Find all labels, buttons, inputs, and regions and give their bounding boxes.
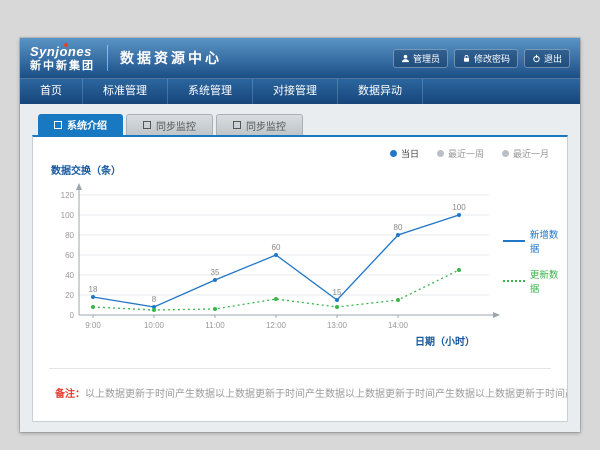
tab-document-icon [233, 121, 241, 129]
app-window: Synjones 新中新集团 数据资源中心 管理员 修改密码 [20, 38, 580, 432]
svg-text:9:00: 9:00 [85, 321, 101, 330]
x-axis-title: 日期（小时） [33, 333, 567, 348]
time-range-legend: 当日 最近一周 最近一月 [33, 137, 567, 160]
logout-button[interactable]: 退出 [524, 49, 570, 68]
brand-logo: Synjones 新中新集团 [30, 45, 95, 72]
series-legend-new-data[interactable]: 新增数据 [503, 227, 567, 255]
svg-text:15: 15 [333, 288, 342, 297]
legend-item-today[interactable]: 当日 [390, 147, 419, 160]
admin-user-button[interactable]: 管理员 [393, 49, 448, 68]
nav-bar: 首页 标准管理 系统管理 对接管理 数据异动 [20, 78, 580, 104]
user-icon [401, 54, 410, 63]
legend-label: 最近一月 [513, 147, 549, 160]
tab-document-icon [143, 121, 151, 129]
svg-text:14:00: 14:00 [388, 321, 409, 330]
nav-item-data-change[interactable]: 数据异动 [338, 79, 423, 104]
svg-text:40: 40 [65, 271, 74, 280]
svg-text:80: 80 [394, 223, 403, 232]
tab-sync-monitor-1[interactable]: 同步监控 [126, 114, 213, 135]
svg-text:20: 20 [65, 291, 74, 300]
svg-text:18: 18 [89, 285, 98, 294]
note-label: 备注： [55, 389, 85, 400]
svg-text:13:00: 13:00 [327, 321, 348, 330]
legend-dot-icon [390, 150, 397, 157]
nav-item-standard-mgmt[interactable]: 标准管理 [83, 79, 168, 104]
solid-line-icon [503, 240, 525, 242]
svg-text:35: 35 [211, 268, 220, 277]
note-text: 以上数据更新于时间产生数据以上数据更新于时间产生数据以上数据更新于时间产生数据以… [85, 389, 567, 400]
svg-text:80: 80 [65, 231, 74, 240]
brand-dot-icon [64, 43, 68, 47]
series-label: 新增数据 [530, 227, 567, 255]
brand-name: Synjones [30, 45, 95, 58]
svg-text:60: 60 [65, 251, 74, 260]
header-divider [107, 45, 108, 71]
series-label: 更新数据 [530, 267, 567, 295]
svg-text:12:00: 12:00 [266, 321, 287, 330]
app-header: Synjones 新中新集团 数据资源中心 管理员 修改密码 [20, 38, 580, 78]
legend-dot-icon [437, 150, 444, 157]
y-axis-title: 数据交换（条） [51, 162, 567, 177]
tab-label: 同步监控 [246, 118, 286, 133]
svg-text:60: 60 [272, 243, 281, 252]
power-icon [532, 54, 541, 63]
tab-sync-monitor-2[interactable]: 同步监控 [216, 114, 303, 135]
svg-text:100: 100 [61, 211, 75, 220]
chart-row: 0 20 40 60 80 100 120 9:00 10:00 11:00 12:00 13:00 1… [33, 179, 567, 337]
admin-user-label: 管理员 [413, 52, 440, 65]
logout-label: 退出 [544, 52, 562, 65]
tab-label: 系统介绍 [67, 117, 107, 132]
note-row: 备注：以上数据更新于时间产生数据以上数据更新于时间产生数据以上数据更新于时间产生… [33, 369, 567, 400]
page-title: 数据资源中心 [120, 48, 222, 68]
tab-system-intro[interactable]: 系统介绍 [38, 114, 123, 135]
nav-item-home[interactable]: 首页 [20, 79, 83, 104]
svg-text:8: 8 [152, 295, 157, 304]
svg-text:0: 0 [70, 311, 75, 320]
legend-label: 当日 [401, 147, 419, 160]
header-actions: 管理员 修改密码 退出 [393, 49, 570, 68]
tab-document-icon [54, 121, 62, 129]
svg-text:10:00: 10:00 [144, 321, 165, 330]
change-password-button[interactable]: 修改密码 [454, 49, 518, 68]
legend-item-last-week[interactable]: 最近一周 [437, 147, 484, 160]
series-legend-updated-data[interactable]: 更新数据 [503, 267, 567, 295]
svg-text:11:00: 11:00 [205, 321, 225, 330]
change-password-label: 修改密码 [474, 52, 510, 65]
series-legend: 新增数据 更新数据 [503, 227, 567, 295]
brand-name-cn: 新中新集团 [30, 61, 95, 72]
tab-label: 同步监控 [156, 118, 196, 133]
nav-item-system-mgmt[interactable]: 系统管理 [168, 79, 253, 104]
svg-text:100: 100 [452, 203, 466, 212]
legend-label: 最近一周 [448, 147, 484, 160]
legend-item-last-month[interactable]: 最近一月 [502, 147, 549, 160]
chart-panel: 当日 最近一周 最近一月 数据交换（条） 0 20 40 60 80 100 120 9:00… [32, 135, 568, 422]
legend-dot-icon [502, 150, 509, 157]
nav-item-integration-mgmt[interactable]: 对接管理 [253, 79, 338, 104]
svg-text:120: 120 [61, 191, 75, 200]
content-area: 系统介绍 同步监控 同步监控 当日 最近一周 [20, 104, 580, 432]
dotted-line-icon [503, 280, 525, 282]
line-chart: 0 20 40 60 80 100 120 9:00 10:00 11:00 12:00 13:00 1… [41, 179, 501, 337]
lock-icon [462, 54, 471, 63]
tab-bar: 系统介绍 同步监控 同步监控 [32, 114, 568, 135]
